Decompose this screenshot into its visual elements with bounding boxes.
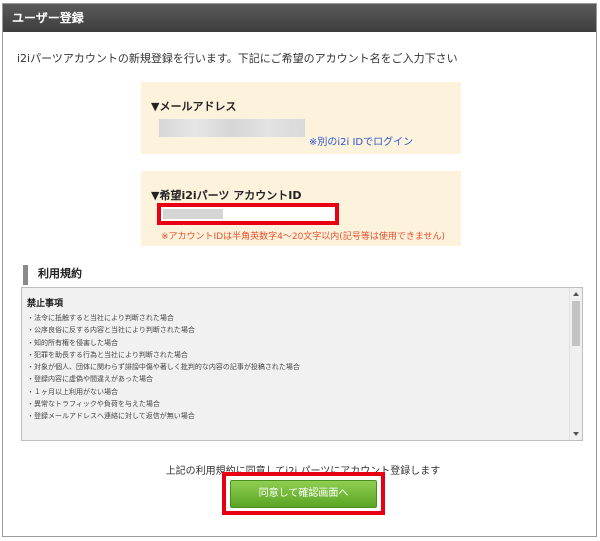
email-label: ▼メールアドレス (151, 100, 237, 113)
terms-item: ・１ヶ月以上利用がない場合 (27, 387, 118, 396)
account-id-section: ▼希望i2iパーツ アカウントID ※アカウントIDは半角英数字4〜20文字以内… (141, 171, 461, 246)
terms-item: ・異常なトラフィックや負荷を与えた場合 (27, 400, 160, 409)
panel-header: ユーザー登録 (3, 4, 596, 32)
terms-item: ・知的所有権を侵害した場合 (27, 338, 118, 347)
email-section: ▼メールアドレス ※別のi2i IDでログイン (141, 82, 461, 154)
account-id-input[interactable] (157, 203, 339, 225)
registration-panel: ユーザー登録 i2iパーツアカウントの新規登録を行います。下記にご希望のアカウン… (2, 3, 597, 537)
terms-item: ・登録メールアドレスへ連絡に対して返信が無い場合 (27, 412, 195, 421)
other-id-login-link[interactable]: ※別のi2i IDでログイン (309, 133, 413, 148)
submit-highlight: 同意して確認画面へ (222, 472, 385, 515)
terms-scroll-box[interactable]: 禁止事項 ・法令に抵触すると当社により判断された場合 ・公序良俗に反する内容と当… (21, 287, 583, 441)
terms-item: ・犯罪を助長する行為と当社により判断された場合 (27, 350, 188, 359)
terms-item: ・法令に抵触すると当社により判断された場合 (27, 314, 174, 322)
masked-account-id-value (163, 209, 223, 219)
terms-item: ・登録内容に虚偽や間違えがあった場合 (27, 375, 153, 384)
terms-content: 禁止事項 ・法令に抵触すると当社により判断された場合 ・公序良俗に反する内容と当… (27, 296, 567, 423)
scroll-down-icon[interactable] (573, 432, 579, 436)
masked-email-value (159, 119, 305, 137)
terms-item: ・対象が個人、団体に関わらず誹謗中傷や著しく批判的な内容の記事が投稿された場合 (27, 363, 300, 372)
intro-text: i2iパーツアカウントの新規登録を行います。下記にご希望のアカウント名をご入力下… (17, 52, 458, 65)
terms-title: 利用規約 (23, 265, 583, 285)
agree-confirm-button[interactable]: 同意して確認画面へ (230, 480, 377, 508)
account-id-label: ▼希望i2iパーツ アカウントID (151, 189, 302, 202)
terms-scrollbar[interactable] (569, 288, 582, 440)
terms-heading: 禁止事項 (27, 299, 64, 309)
terms-item: ・公序良俗に反する内容と当社により判断された場合 (27, 326, 195, 335)
account-id-note: ※アカウントIDは半角英数字4〜20文字以内(記号等は使用できません) (161, 232, 446, 242)
scroll-up-icon[interactable] (573, 292, 579, 296)
scroll-thumb[interactable] (572, 301, 580, 346)
